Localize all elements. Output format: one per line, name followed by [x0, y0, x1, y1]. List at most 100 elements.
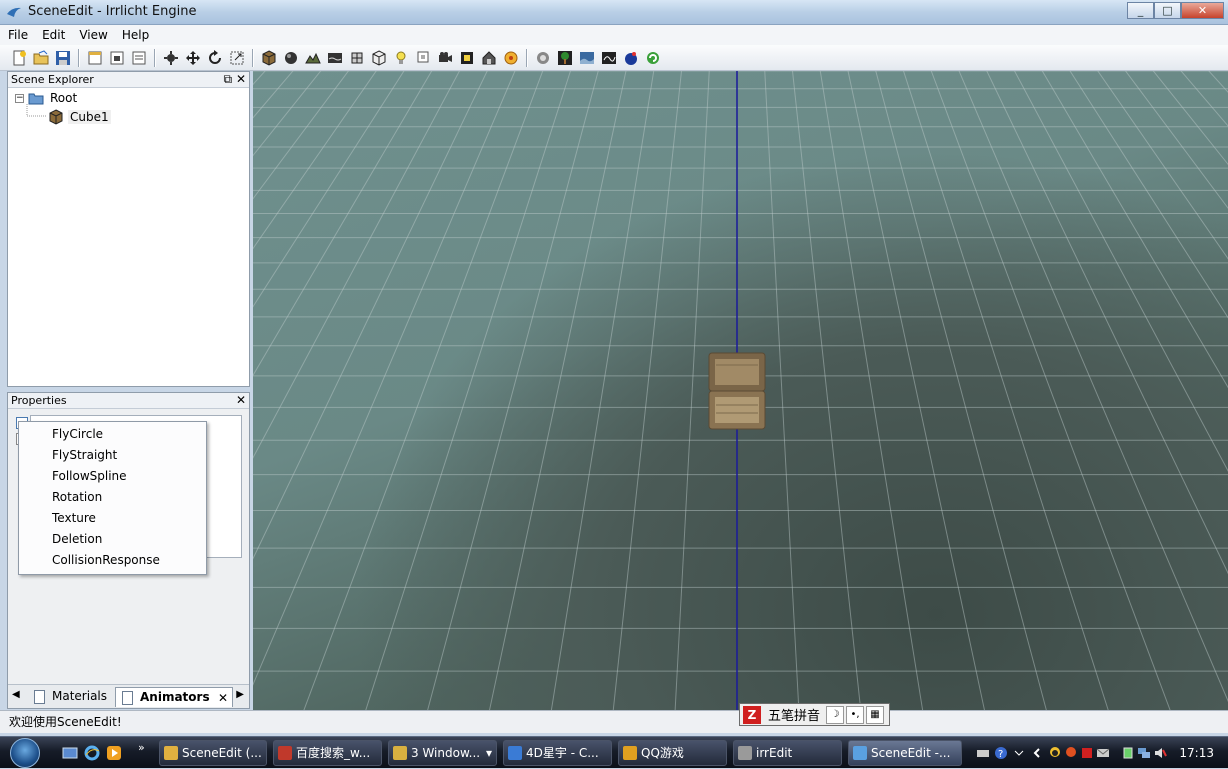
taskbar-button[interactable]: 百度搜索_w...	[273, 740, 382, 766]
taskbar-button[interactable]: irrEdit	[733, 740, 842, 766]
close-tab-icon[interactable]: ✕	[218, 691, 228, 705]
menu-view[interactable]: View	[79, 28, 107, 42]
show-desktop-icon[interactable]	[62, 745, 78, 761]
tray-options-icon[interactable]	[1012, 746, 1026, 760]
image-icon[interactable]	[578, 49, 596, 67]
mesh-icon[interactable]	[348, 49, 366, 67]
options-icon[interactable]	[130, 49, 148, 67]
open-icon[interactable]	[32, 49, 50, 67]
save-icon[interactable]	[54, 49, 72, 67]
ime-logo-icon[interactable]: Z	[743, 705, 761, 724]
terrain-icon[interactable]	[304, 49, 322, 67]
power-icon[interactable]	[1121, 746, 1135, 760]
camera-icon[interactable]	[436, 49, 454, 67]
qq-secondary-icon[interactable]	[1064, 746, 1078, 760]
light-icon[interactable]	[392, 49, 410, 67]
restore-panel-icon[interactable]: ⧉	[224, 72, 233, 86]
rotate-icon[interactable]	[206, 49, 224, 67]
tab-animators[interactable]: Animators ✕	[115, 687, 233, 707]
billboard-icon[interactable]	[414, 49, 432, 67]
move-icon[interactable]	[184, 49, 202, 67]
properties-tabs: ◀ Materials Animators ✕ ▶	[8, 684, 249, 708]
taskbar-button[interactable]: SceneEdit (...	[159, 740, 267, 766]
punctuation-icon[interactable]: •,	[846, 705, 865, 724]
system-tray: ? 17:13	[966, 737, 1228, 769]
settings-icon[interactable]	[534, 49, 552, 67]
tree-item-root[interactable]: − Root	[15, 89, 77, 107]
collapse-icon[interactable]: −	[15, 93, 24, 103]
maximize-button[interactable]: □	[1154, 2, 1181, 19]
skybox-icon[interactable]	[458, 49, 476, 67]
export-icon[interactable]	[108, 49, 126, 67]
tray-expand-icon[interactable]	[1030, 746, 1044, 760]
recycle-icon[interactable]	[644, 49, 662, 67]
cube-icon	[49, 109, 63, 125]
mail-icon[interactable]	[1096, 746, 1110, 760]
grid-line	[253, 71, 461, 459]
menu-item-collisionresponse[interactable]: CollisionResponse	[19, 550, 206, 571]
cube-node-icon[interactable]	[260, 49, 278, 67]
menu-file[interactable]: File	[8, 28, 28, 42]
import-icon[interactable]	[86, 49, 104, 67]
ime-mode-label[interactable]: 五笔拼音	[764, 705, 824, 724]
new-scene-icon[interactable]	[10, 49, 28, 67]
tab-materials[interactable]: Materials	[28, 687, 113, 707]
grid-line	[253, 71, 433, 377]
taskbar-button[interactable]: 3 Window... ▾	[388, 740, 497, 766]
start-button[interactable]	[10, 738, 40, 768]
menu-bar: File Edit View Help	[0, 25, 1228, 45]
grid-line	[253, 71, 737, 710]
ie-icon[interactable]	[84, 745, 100, 761]
volume-icon[interactable]	[1153, 746, 1167, 760]
menu-item-followspline[interactable]: FollowSpline	[19, 466, 206, 487]
taskbar-button[interactable]: SceneEdit -...	[848, 740, 962, 766]
octree-icon[interactable]	[370, 49, 388, 67]
group-dropdown-icon[interactable]: ▾	[486, 741, 492, 765]
grid-line	[737, 71, 1228, 710]
taskbar-button[interactable]: 4D星宇 - C...	[503, 740, 612, 766]
tab-scroll-right-icon[interactable]: ▶	[236, 689, 244, 700]
qq-icon[interactable]	[1048, 746, 1062, 760]
globe-icon[interactable]	[622, 49, 640, 67]
menu-help[interactable]: Help	[122, 28, 149, 42]
media-player-icon[interactable]	[106, 745, 122, 761]
minimize-button[interactable]: _	[1127, 2, 1154, 19]
folder-icon	[28, 93, 44, 105]
water-icon[interactable]	[326, 49, 344, 67]
menu-item-flycircle[interactable]: FlyCircle	[19, 424, 206, 445]
close-panel-icon[interactable]: ✕	[236, 72, 246, 86]
house-icon[interactable]	[480, 49, 498, 67]
keyboard-icon[interactable]: ▦	[866, 705, 885, 724]
3d-viewport[interactable]	[253, 71, 1228, 710]
ime-toolbar[interactable]: Z 五笔拼音 ☽ •, ▦	[739, 703, 890, 726]
moon-icon[interactable]: ☽	[826, 705, 845, 724]
network-icon[interactable]	[1137, 746, 1151, 760]
grid-line	[737, 71, 1228, 710]
tree-icon[interactable]	[556, 49, 574, 67]
sphere-node-icon[interactable]	[282, 49, 300, 67]
grid-line	[1041, 71, 1228, 389]
grid-line	[253, 71, 737, 710]
help-icon[interactable]: ?	[994, 746, 1008, 760]
scale-icon[interactable]	[228, 49, 246, 67]
animation-icon[interactable]	[600, 49, 618, 67]
cube-mesh[interactable]	[708, 351, 768, 431]
toolbar-separator	[526, 48, 528, 67]
tree-item-cube1[interactable]: Cube1	[48, 108, 111, 126]
quicklaunch-more-icon[interactable]: »	[138, 741, 145, 754]
menu-item-deletion[interactable]: Deletion	[19, 529, 206, 550]
antivirus-icon[interactable]	[1080, 746, 1094, 760]
menu-item-rotation[interactable]: Rotation	[19, 487, 206, 508]
menu-item-texture[interactable]: Texture	[19, 508, 206, 529]
keyboard-tray-icon[interactable]	[976, 746, 990, 760]
particle-icon[interactable]	[502, 49, 520, 67]
taskbar-button[interactable]: QQ游戏	[618, 740, 727, 766]
menu-edit[interactable]: Edit	[42, 28, 65, 42]
select-icon[interactable]	[162, 49, 180, 67]
menu-item-flystraight[interactable]: FlyStraight	[19, 445, 206, 466]
close-button[interactable]: ✕	[1181, 2, 1224, 19]
grid-line	[1069, 71, 1228, 319]
grid-line	[737, 71, 1228, 710]
tab-scroll-left-icon[interactable]: ◀	[12, 689, 20, 700]
close-panel-icon[interactable]: ✕	[236, 393, 246, 407]
